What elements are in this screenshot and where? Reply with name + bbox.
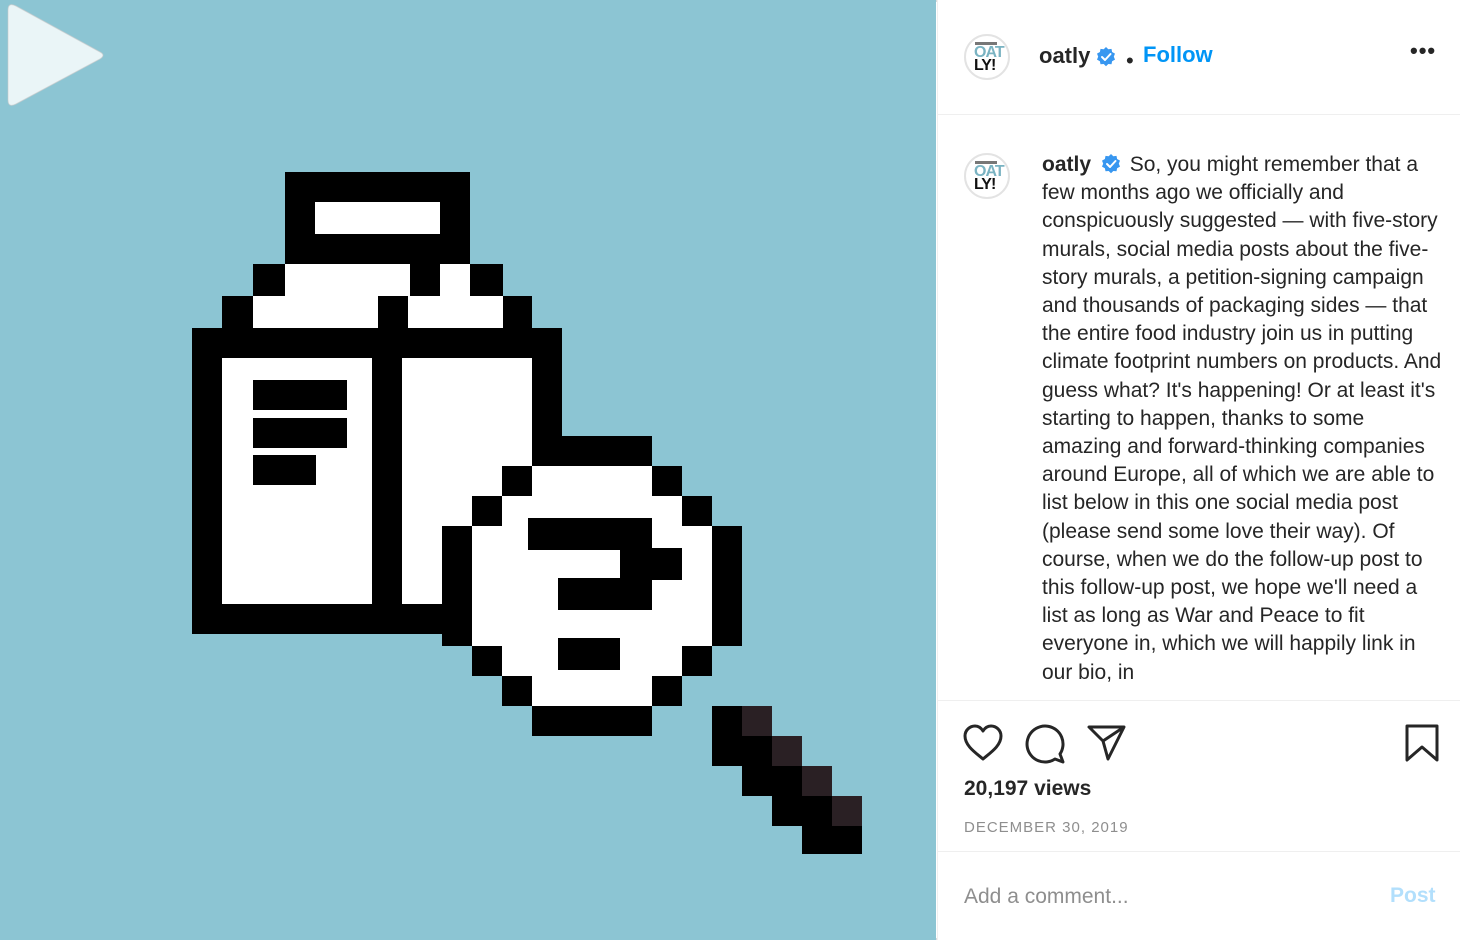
caption-avatar-logo: OAT LY! — [974, 164, 1005, 193]
verified-badge-icon — [1097, 47, 1115, 67]
avatar-logo: OAT LY! — [974, 45, 1005, 74]
post-actions: 20,197 views DECEMBER 30, 2019 — [938, 700, 1460, 851]
more-options-icon[interactable]: ••• — [1410, 38, 1436, 64]
heart-icon[interactable] — [962, 723, 1004, 763]
post-media[interactable] — [0, 0, 936, 940]
caption-avatar[interactable]: OAT LY! — [964, 153, 1010, 199]
comment-bubble-icon[interactable] — [1024, 723, 1066, 765]
follow-button[interactable]: Follow — [1143, 42, 1213, 68]
avatar-logo-bottom: LY! — [974, 57, 996, 74]
bookmark-icon[interactable] — [1404, 723, 1440, 763]
header-separator: • — [1126, 48, 1134, 73]
paper-plane-icon[interactable] — [1086, 723, 1128, 763]
play-icon[interactable] — [0, 0, 110, 110]
pixel-art-illustration — [192, 172, 862, 854]
comment-input[interactable] — [962, 878, 1346, 916]
post-date[interactable]: DECEMBER 30, 2019 — [964, 819, 1129, 836]
post-side-panel: OAT LY! oatly • Follow ••• OAT LY! oatly — [937, 0, 1460, 940]
caption-verified-badge-icon — [1101, 154, 1120, 174]
caption-text: So, you might remember that a few months… — [1042, 153, 1442, 684]
caption-avatar-logo-bottom: LY! — [974, 176, 996, 193]
header-username[interactable]: oatly — [1039, 43, 1090, 69]
avatar[interactable]: OAT LY! — [964, 34, 1010, 80]
view-count[interactable]: 20,197 views — [964, 777, 1091, 801]
caption-username[interactable]: oatly — [1042, 153, 1091, 176]
post-comment-button[interactable]: Post — [1390, 884, 1436, 908]
post-header: OAT LY! oatly • Follow ••• — [938, 0, 1460, 115]
post-caption: oatly So, you might remember that a few … — [1042, 151, 1446, 687]
comment-box: Post — [938, 851, 1460, 941]
caption-area[interactable]: OAT LY! oatly So, you might remember tha… — [938, 115, 1460, 697]
